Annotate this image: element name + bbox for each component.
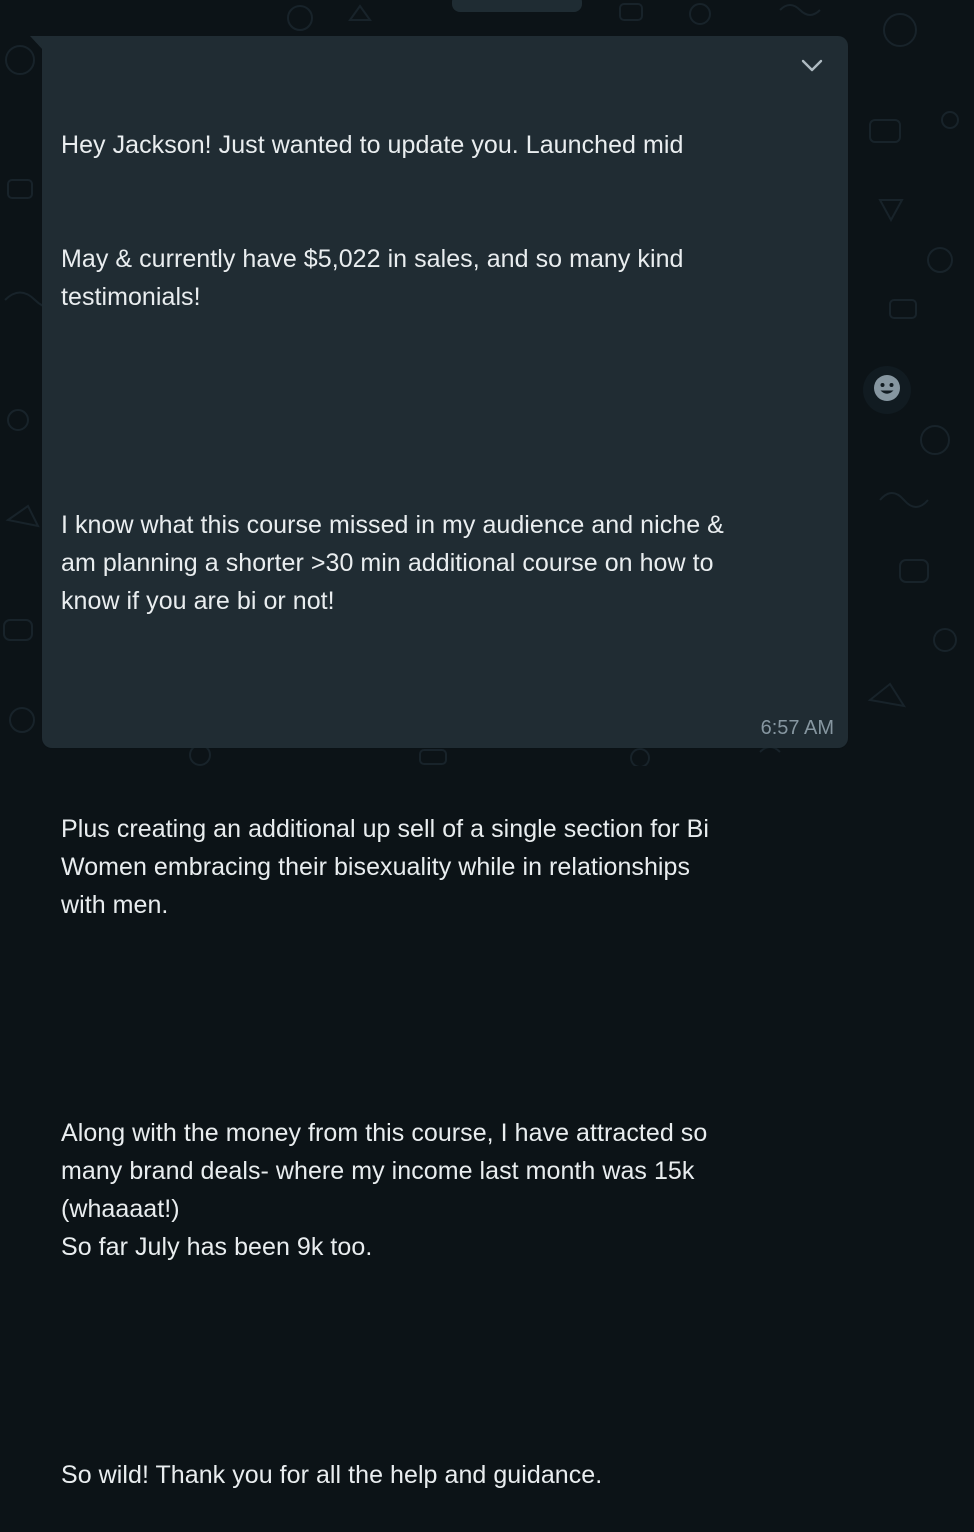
paragraph-spacer — [61, 1342, 841, 1380]
message-text: Hey Jackson! Just wanted to update you. … — [61, 50, 841, 1532]
chevron-down-icon — [801, 59, 823, 78]
paragraph-spacer — [61, 696, 841, 734]
smiley-icon — [872, 373, 902, 408]
message-timestamp: 6:57 AM — [760, 717, 834, 739]
paragraph-spacer — [61, 1000, 841, 1038]
react-button[interactable] — [863, 366, 911, 414]
message-first-line: Hey Jackson! Just wanted to update you. … — [61, 126, 796, 164]
message-bubble[interactable]: Hey Jackson! Just wanted to update you. … — [42, 36, 848, 1489]
message-paragraph-3: Plus creating an additional up sell of a… — [61, 815, 709, 919]
message-paragraph-2: I know what this course missed in my aud… — [61, 511, 724, 615]
message-paragraph-1: May & currently have $5,022 in sales, an… — [61, 245, 684, 311]
text-fade-overlay — [736, 126, 796, 164]
paragraph-spacer — [61, 392, 841, 430]
previous-message-stub — [452, 0, 582, 12]
message-first-line-text: Hey Jackson! Just wanted to update you. … — [61, 131, 684, 159]
message-paragraph-5: So wild! Thank you for all the help and … — [61, 1461, 603, 1489]
message-paragraph-4: Along with the money from this course, I… — [61, 1119, 708, 1261]
message-menu-button[interactable] — [798, 54, 826, 82]
